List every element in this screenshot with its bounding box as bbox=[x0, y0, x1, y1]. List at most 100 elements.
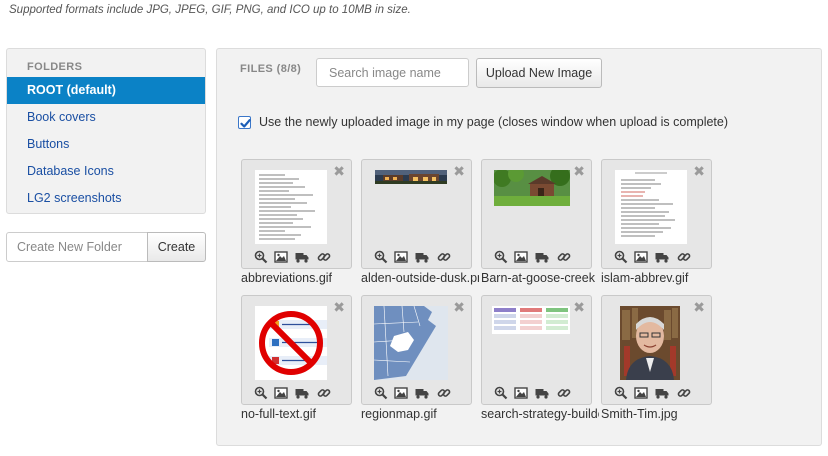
file-thumbnail[interactable] bbox=[375, 170, 447, 244]
folder-item-book-covers[interactable]: Book covers bbox=[7, 104, 205, 131]
image-icon[interactable] bbox=[274, 386, 288, 400]
file-thumbnail[interactable] bbox=[255, 306, 327, 380]
zoom-in-icon[interactable] bbox=[374, 250, 388, 264]
file-thumbnail[interactable] bbox=[615, 170, 687, 244]
file-card: ✖ Smith-Tim.jpg bbox=[601, 295, 721, 425]
link-icon[interactable] bbox=[677, 386, 691, 400]
file-grid: ✖ abbreviations.gif ✖ alden-outside-dusk… bbox=[241, 159, 821, 439]
file-card: ✖ Barn-at-goose-creek bbox=[481, 159, 601, 289]
folders-panel: FOLDERS ROOT (default) Book covers Butto… bbox=[6, 48, 206, 214]
file-card-box[interactable]: ✖ bbox=[481, 159, 592, 269]
portrait-thumbnail bbox=[620, 306, 680, 380]
file-thumbnail[interactable] bbox=[494, 170, 570, 244]
link-icon[interactable] bbox=[317, 250, 331, 264]
file-name: regionmap.gif bbox=[361, 407, 437, 421]
file-card-box[interactable]: ✖ bbox=[601, 159, 712, 269]
file-card-box[interactable]: ✖ bbox=[361, 295, 472, 405]
link-icon[interactable] bbox=[557, 250, 571, 264]
file-name: Smith-Tim.jpg bbox=[601, 407, 678, 421]
zoom-in-icon[interactable] bbox=[254, 250, 268, 264]
truck-icon[interactable] bbox=[295, 386, 309, 400]
file-card-box[interactable]: ✖ bbox=[481, 295, 592, 405]
use-uploaded-label: Use the newly uploaded image in my page … bbox=[259, 115, 729, 129]
folder-item-root[interactable]: ROOT (default) bbox=[7, 77, 205, 104]
image-icon[interactable] bbox=[634, 386, 648, 400]
image-icon[interactable] bbox=[634, 250, 648, 264]
file-thumbnail[interactable] bbox=[620, 306, 680, 380]
file-card: ✖ alden-outside-dusk.png bbox=[361, 159, 481, 289]
text-document-thumbnail bbox=[255, 170, 327, 244]
image-icon[interactable] bbox=[394, 386, 408, 400]
files-panel: FILES (8/8) Upload New Image Use the new… bbox=[216, 48, 822, 446]
delete-file-icon[interactable]: ✖ bbox=[573, 164, 585, 178]
truck-icon[interactable] bbox=[655, 386, 669, 400]
file-name: islam-abbrev.gif bbox=[601, 271, 689, 285]
checkmark-icon bbox=[240, 119, 251, 128]
truck-icon[interactable] bbox=[295, 250, 309, 264]
file-thumbnail[interactable] bbox=[374, 306, 448, 380]
file-card-box[interactable]: ✖ bbox=[601, 295, 712, 405]
folder-item-database-icons[interactable]: Database Icons bbox=[7, 158, 205, 185]
barn-thumbnail bbox=[494, 170, 570, 206]
file-thumbnail[interactable] bbox=[492, 306, 570, 380]
image-icon[interactable] bbox=[514, 386, 528, 400]
truck-icon[interactable] bbox=[655, 250, 669, 264]
upload-new-image-button[interactable]: Upload New Image bbox=[476, 58, 602, 88]
zoom-in-icon[interactable] bbox=[614, 386, 628, 400]
search-image-input[interactable] bbox=[316, 58, 469, 87]
file-card-box[interactable]: ✖ bbox=[361, 159, 472, 269]
link-icon[interactable] bbox=[437, 386, 451, 400]
truck-icon[interactable] bbox=[415, 250, 429, 264]
zoom-in-icon[interactable] bbox=[254, 386, 268, 400]
link-icon[interactable] bbox=[677, 250, 691, 264]
delete-file-icon[interactable]: ✖ bbox=[573, 300, 585, 314]
delete-file-icon[interactable]: ✖ bbox=[693, 300, 705, 314]
file-name: abbreviations.gif bbox=[241, 271, 333, 285]
file-name: alden-outside-dusk.png bbox=[361, 271, 479, 285]
folder-item-buttons[interactable]: Buttons bbox=[7, 131, 205, 158]
delete-file-icon[interactable]: ✖ bbox=[333, 300, 345, 314]
file-card: ✖ search-strategy-builder bbox=[481, 295, 601, 425]
files-heading: FILES (8/8) bbox=[240, 63, 302, 75]
text-document-thumbnail bbox=[615, 170, 687, 244]
image-icon[interactable] bbox=[514, 250, 528, 264]
folder-list: ROOT (default) Book covers Buttons Datab… bbox=[7, 77, 205, 212]
file-name: Barn-at-goose-creek bbox=[481, 271, 595, 285]
truck-icon[interactable] bbox=[415, 386, 429, 400]
no-full-text-thumbnail bbox=[255, 306, 327, 380]
supported-formats-note: Supported formats include JPG, JPEG, GIF… bbox=[9, 4, 411, 16]
file-card: ✖ regionmap.gif bbox=[361, 295, 481, 425]
zoom-in-icon[interactable] bbox=[374, 386, 388, 400]
truck-icon[interactable] bbox=[535, 250, 549, 264]
delete-file-icon[interactable]: ✖ bbox=[453, 164, 465, 178]
zoom-in-icon[interactable] bbox=[494, 386, 508, 400]
image-icon[interactable] bbox=[274, 250, 288, 264]
file-thumbnail[interactable] bbox=[255, 170, 327, 244]
use-uploaded-checkbox[interactable] bbox=[238, 116, 251, 129]
delete-file-icon[interactable]: ✖ bbox=[453, 300, 465, 314]
truck-icon[interactable] bbox=[535, 386, 549, 400]
dusk-building-thumbnail bbox=[375, 170, 447, 184]
delete-file-icon[interactable]: ✖ bbox=[333, 164, 345, 178]
file-card: ✖ islam-abbrev.gif bbox=[601, 159, 721, 289]
link-icon[interactable] bbox=[437, 250, 451, 264]
file-card-box[interactable]: ✖ bbox=[241, 295, 352, 405]
new-folder-form: Create bbox=[6, 232, 206, 262]
folders-heading: FOLDERS bbox=[27, 61, 83, 73]
zoom-in-icon[interactable] bbox=[614, 250, 628, 264]
delete-file-icon[interactable]: ✖ bbox=[693, 164, 705, 178]
image-icon[interactable] bbox=[394, 250, 408, 264]
region-map-thumbnail bbox=[374, 306, 448, 380]
file-name: search-strategy-builder bbox=[481, 407, 599, 421]
file-card-box[interactable]: ✖ bbox=[241, 159, 352, 269]
zoom-in-icon[interactable] bbox=[494, 250, 508, 264]
table-grid-thumbnail bbox=[492, 306, 570, 334]
folder-item-lg2-screenshots[interactable]: LG2 screenshots bbox=[7, 185, 205, 212]
file-card: ✖ no-full-text.gif bbox=[241, 295, 361, 425]
link-icon[interactable] bbox=[317, 386, 331, 400]
file-card: ✖ abbreviations.gif bbox=[241, 159, 361, 289]
create-folder-button[interactable]: Create bbox=[147, 232, 206, 262]
new-folder-input[interactable] bbox=[6, 232, 148, 262]
file-name: no-full-text.gif bbox=[241, 407, 317, 421]
link-icon[interactable] bbox=[557, 386, 571, 400]
